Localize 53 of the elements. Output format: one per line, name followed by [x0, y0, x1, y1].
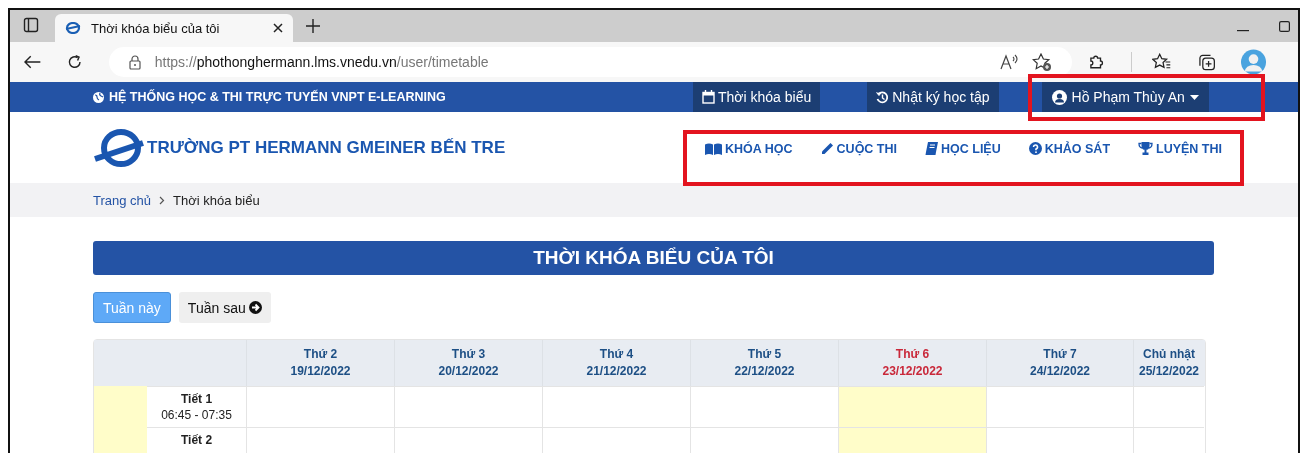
back-icon[interactable]: [24, 55, 42, 69]
book-icon: [925, 142, 938, 155]
nav-link[interactable]: KHẢO SÁT: [1028, 141, 1111, 156]
nav-link[interactable]: KHÓA HỌC: [705, 141, 793, 156]
extensions-icon[interactable]: [1088, 53, 1106, 71]
caret-icon: [1189, 94, 1199, 100]
pencil-icon: [820, 142, 834, 155]
collections-icon[interactable]: [1197, 53, 1215, 71]
minimize-icon[interactable]: [1237, 30, 1249, 32]
breadcrumb-current: Thời khóa biểu: [173, 192, 260, 208]
book-icon: [705, 142, 722, 155]
day-header: Thứ 2 19/12/2022: [246, 340, 394, 386]
system-title: HỆ THỐNG HỌC & THI TRỰC TUYẾN VNPT E-LEARNING: [109, 90, 446, 104]
favorite-add-icon[interactable]: [1032, 52, 1053, 72]
top-link[interactable]: Nhật ký học tập: [867, 82, 999, 112]
address-field[interactable]: https://phothonghermann.lms.vnedu.vn/user/timetable: [108, 47, 1073, 77]
page-title: THỜI KHÓA BIỂU CỦA TÔI: [93, 241, 1214, 275]
history-icon: [876, 90, 890, 104]
day-header: Thứ 3 20/12/2022: [394, 340, 542, 386]
browser-tab[interactable]: Thời khóa biểu của tôi: [55, 14, 293, 42]
week-button[interactable]: Tuần sau: [178, 292, 271, 323]
read-aloud-icon[interactable]: [1000, 54, 1021, 70]
day-header: Thứ 5 22/12/2022: [690, 340, 838, 386]
day-header: Thứ 7 24/12/2022: [986, 340, 1133, 386]
calendar-icon: [702, 90, 715, 104]
school-logo-icon: [93, 128, 145, 167]
user-icon: [1051, 89, 1067, 105]
close-icon[interactable]: [273, 23, 283, 33]
globe-icon: [93, 91, 104, 103]
school-name: TRƯỜNG PT HERMANN GMEINER BẾN TRE: [147, 137, 506, 158]
nav-link[interactable]: CUỘC THI: [820, 141, 897, 156]
trophy-icon: [1138, 142, 1154, 155]
nav-link[interactable]: HỌC LIỆU: [925, 141, 1001, 156]
day-header: Chủ nhật 25/12/2022: [1133, 340, 1204, 386]
arrow-right-icon: [248, 301, 262, 314]
maximize-icon[interactable]: [1279, 21, 1290, 32]
site-logo-icon: [65, 22, 81, 34]
day-header: Thứ 6 23/12/2022: [838, 340, 986, 386]
breadcrumb-link[interactable]: Trang chủ: [93, 192, 152, 208]
top-link[interactable]: Thời khóa biểu: [693, 82, 821, 112]
favorites-icon[interactable]: [1152, 53, 1172, 71]
help-icon: [1028, 142, 1042, 155]
session-cell: [94, 386, 147, 453]
url-text: https://phothonghermann.lms.vnedu.vn/user/timetable: [154, 54, 489, 70]
tab-actions-icon[interactable]: [23, 17, 39, 33]
new-tab-icon[interactable]: [306, 19, 320, 33]
day-header: Thứ 4 21/12/2022: [542, 340, 690, 386]
nav-link[interactable]: LUYỆN THI: [1138, 141, 1222, 156]
chevron-right-icon: [159, 195, 166, 205]
avatar-icon[interactable]: [1241, 49, 1266, 75]
user-menu-button[interactable]: Hồ Phạm Thùy An: [1041, 82, 1209, 112]
lock-icon: [128, 54, 141, 70]
reload-icon[interactable]: [67, 54, 83, 70]
